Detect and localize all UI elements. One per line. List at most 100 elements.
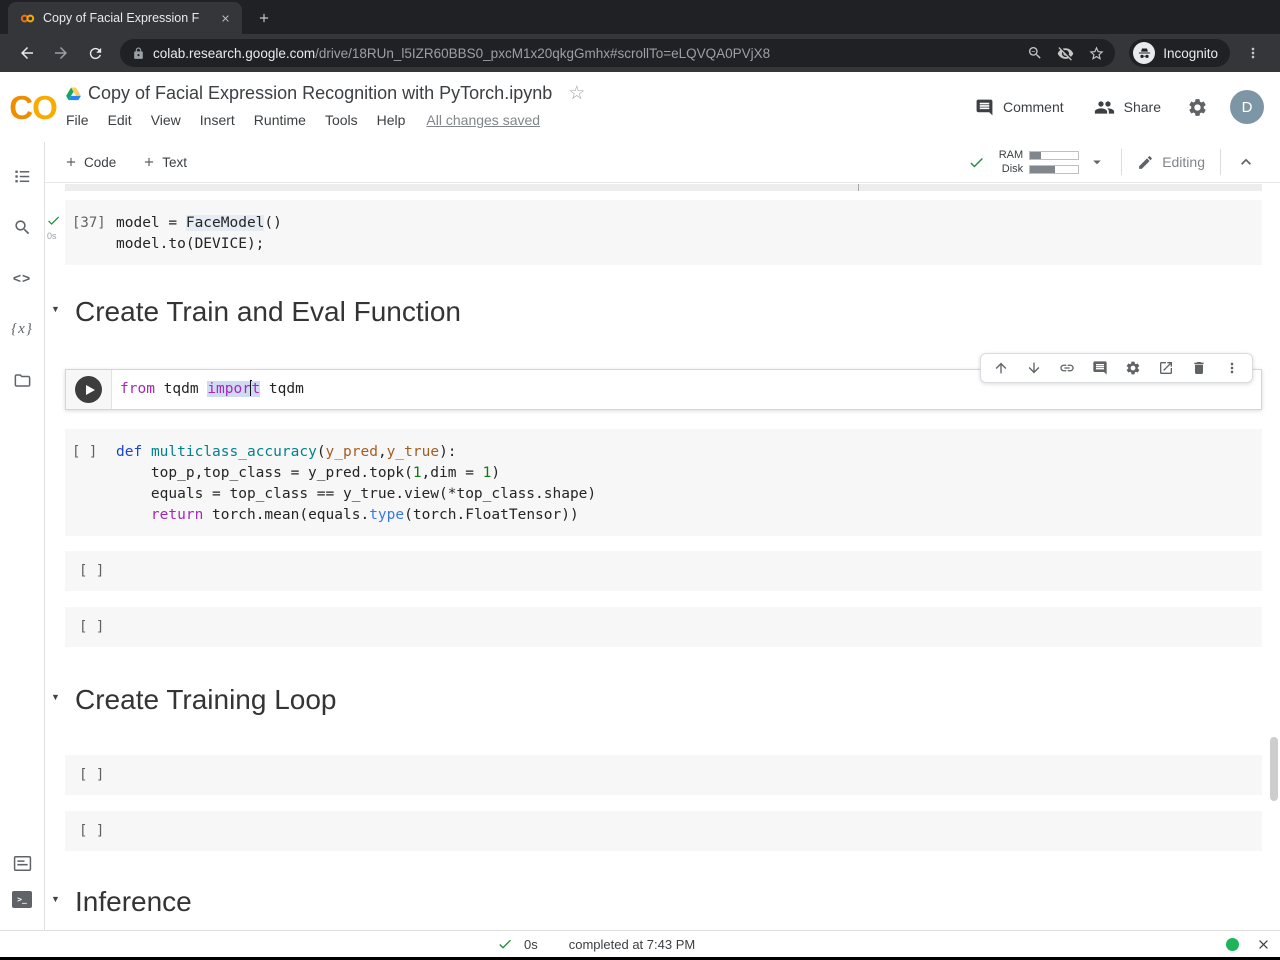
focused-code-cell[interactable]: from tqdm import tqdm (65, 353, 1262, 410)
files-icon[interactable] (10, 368, 34, 392)
visibility-off-icon[interactable] (1057, 45, 1074, 62)
empty-code-cell[interactable]: [ ] (65, 607, 1262, 647)
cell-settings-icon[interactable] (1125, 360, 1141, 376)
status-message: completed at 7:43 PM (568, 936, 696, 952)
run-cell-button[interactable] (75, 376, 102, 403)
collapse-toolbar-icon[interactable] (1236, 152, 1256, 172)
avatar[interactable]: D (1230, 90, 1264, 124)
code-cell-row: [ ] def multiclass_accuracy(y_pred,y_true… (65, 429, 1262, 536)
resources-dropdown-icon[interactable] (1088, 153, 1106, 171)
move-cell-up-icon[interactable] (993, 360, 1009, 376)
ram-label: RAM (998, 149, 1024, 161)
execution-count[interactable]: [ ] (65, 442, 116, 526)
terminal-icon[interactable]: >_ (12, 891, 32, 908)
reload-icon[interactable] (80, 38, 110, 68)
code-snippets-icon[interactable]: <> (10, 266, 34, 290)
disk-bar-fill (1030, 165, 1056, 173)
delete-cell-icon[interactable] (1191, 360, 1207, 376)
menu-edit[interactable]: Edit (108, 112, 132, 128)
notebook-title[interactable]: Copy of Facial Expression Recognition wi… (88, 83, 552, 104)
new-tab-button[interactable] (250, 4, 278, 32)
left-sidebar: <> {x} >_ (0, 142, 45, 930)
star-notebook-icon[interactable]: ☆ (568, 82, 585, 105)
code-cell-row: [ ] (65, 755, 1262, 795)
browser-tab-strip: Copy of Facial Expression F (0, 0, 1280, 34)
browser-toolbar: colab.research.google.com /drive/18RUn_l… (0, 34, 1280, 72)
code-line: def multiclass_accuracy(y_pred,y_true): (116, 444, 457, 460)
execution-count[interactable]: [ ] (72, 821, 123, 842)
add-comment-icon[interactable] (1092, 360, 1108, 376)
collapse-section-icon[interactable]: ▼ (51, 894, 60, 904)
table-of-contents-icon[interactable] (10, 164, 34, 188)
execution-count[interactable]: [37] (65, 213, 116, 255)
close-status-icon[interactable] (1256, 937, 1271, 952)
empty-code-cell[interactable]: [ ] (65, 811, 1262, 851)
notebook-toolbar: Code Text RAM Disk Editing (45, 142, 1280, 183)
back-icon[interactable] (12, 38, 42, 68)
bookmark-star-icon[interactable] (1088, 45, 1105, 62)
variables-icon[interactable]: {x} (10, 317, 34, 341)
execution-count[interactable]: [ ] (72, 561, 123, 582)
status-duration: 0s (524, 936, 538, 952)
section-heading: Create Training Loop (75, 684, 337, 715)
toolbar-divider (1220, 149, 1221, 175)
code-cell-row: [ ] (65, 811, 1262, 851)
menu-view[interactable]: View (151, 112, 181, 128)
markdown-cell: ▼ Create Training Loop (51, 683, 1262, 717)
browser-menu-icon[interactable] (1238, 38, 1268, 68)
tab-close-icon[interactable] (217, 10, 234, 27)
address-bar[interactable]: colab.research.google.com /drive/18RUn_l… (120, 39, 1116, 67)
open-in-tab-icon[interactable] (1158, 360, 1174, 376)
save-status-link[interactable]: All changes saved (426, 112, 540, 128)
comment-button[interactable]: Comment (975, 98, 1064, 117)
url-path: /drive/18RUn_l5IZR60BBS0_pxcM1x20qkgGmhx… (315, 45, 771, 61)
code-cell[interactable]: [ ] def multiclass_accuracy(y_pred,y_true… (65, 429, 1262, 536)
focused-cell-row: from tqdm import tqdm (65, 353, 1262, 410)
collapse-section-icon[interactable]: ▼ (51, 692, 60, 702)
incognito-icon (1133, 42, 1156, 64)
code-editor[interactable]: model = FaceModel() model.to(DEVICE); (116, 213, 1262, 255)
menu-insert[interactable]: Insert (200, 112, 235, 128)
add-text-button[interactable]: Text (142, 155, 187, 170)
editing-mode-button[interactable]: Editing (1137, 154, 1205, 171)
disk-label: Disk (1001, 163, 1024, 175)
search-icon[interactable] (10, 215, 34, 239)
code-cell-row: [ ] (65, 551, 1262, 591)
code-line: return torch.mean(equals.type(torch.Floa… (150, 507, 579, 523)
menu-tools[interactable]: Tools (325, 112, 358, 128)
empty-code-cell[interactable]: [ ] (65, 551, 1262, 591)
plus-icon (64, 155, 78, 169)
execution-count[interactable]: [ ] (72, 765, 123, 786)
forward-icon[interactable] (46, 38, 76, 68)
copy-link-icon[interactable] (1059, 360, 1075, 376)
execution-count[interactable]: [ ] (72, 617, 123, 638)
share-button[interactable]: Share (1094, 97, 1161, 118)
runtime-connected-check-icon (968, 154, 985, 171)
settings-gear-icon[interactable] (1187, 97, 1208, 118)
colab-favicon-icon (20, 11, 35, 26)
colab-logo[interactable]: CO (0, 72, 66, 142)
menu-runtime[interactable]: Runtime (254, 112, 306, 128)
collapse-section-icon[interactable]: ▼ (51, 304, 60, 314)
ram-bar-fill (1030, 151, 1041, 159)
cell-run-success-icon (46, 213, 64, 228)
scrollbar-thumb[interactable] (1270, 737, 1278, 801)
menu-help[interactable]: Help (377, 112, 406, 128)
code-cell[interactable]: [37] model = FaceModel() model.to(DEVICE); (65, 200, 1262, 265)
browser-window: Copy of Facial Expression F colab.resear… (0, 0, 1280, 960)
empty-code-cell[interactable]: [ ] (65, 755, 1262, 795)
code-editor[interactable]: def multiclass_accuracy(y_pred,y_true): … (116, 442, 1262, 526)
move-cell-down-icon[interactable] (1026, 360, 1042, 376)
more-actions-icon[interactable] (1224, 360, 1240, 376)
browser-tab-active[interactable]: Copy of Facial Expression F (8, 2, 242, 34)
section-heading: Create Train and Eval Function (75, 296, 461, 327)
menu-file[interactable]: File (66, 112, 89, 128)
command-palette-icon[interactable] (10, 851, 34, 875)
zoom-icon[interactable] (1027, 45, 1043, 61)
previous-output-remnant (65, 184, 1262, 191)
drive-icon (66, 86, 81, 101)
resource-meter[interactable]: RAM Disk (995, 149, 1080, 175)
add-code-button[interactable]: Code (64, 155, 116, 170)
code-line: equals = top_class == y_true.view(*top_c… (116, 486, 597, 502)
code-line: model.to(DEVICE); (116, 236, 265, 252)
